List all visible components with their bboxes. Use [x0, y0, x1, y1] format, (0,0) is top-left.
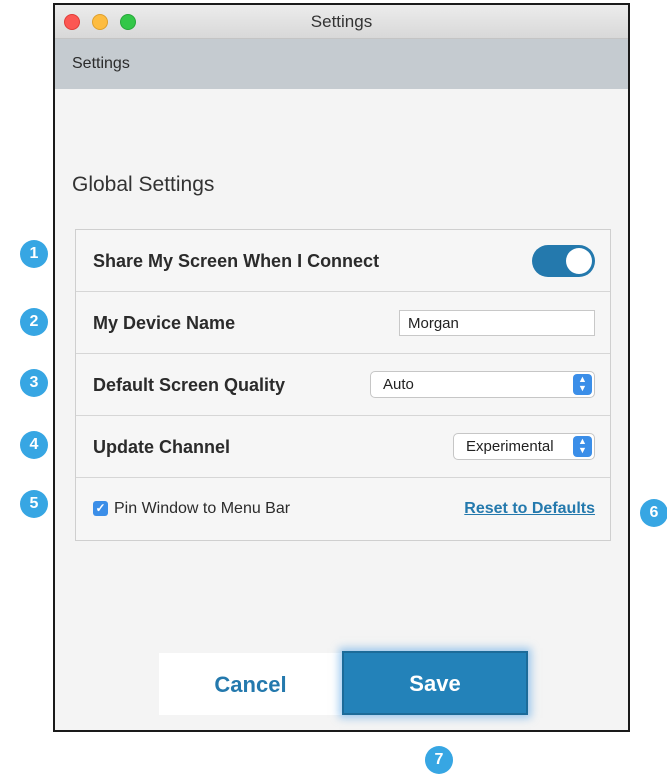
- up-down-chevron-icon: ▲ ▼: [573, 374, 592, 395]
- callout-badge-2: 2: [20, 308, 48, 336]
- up-down-chevron-icon: ▲ ▼: [573, 436, 592, 457]
- window-title: Settings: [310, 12, 373, 31]
- update-channel-label: Update Channel: [93, 437, 231, 457]
- section-title: Global Settings: [72, 173, 215, 196]
- reset-to-defaults-link[interactable]: Reset to Defaults: [464, 478, 595, 540]
- screen-quality-value: Auto: [383, 376, 414, 393]
- pin-window-row: ✓ Pin Window to Menu Bar Reset to Defaul…: [76, 478, 610, 540]
- update-channel-select[interactable]: Experimental ▲ ▼: [453, 433, 595, 460]
- settings-panel: Share My Screen When I Connect My Device…: [75, 229, 611, 541]
- device-name-label: My Device Name: [93, 313, 236, 333]
- save-button[interactable]: Save: [342, 651, 528, 715]
- minimize-window-button[interactable]: [92, 14, 108, 30]
- pin-window-checkbox[interactable]: ✓: [93, 501, 108, 516]
- update-channel-value: Experimental: [466, 438, 554, 455]
- update-channel-row: Update Channel Experimental ▲ ▼: [76, 416, 610, 478]
- share-screen-row: Share My Screen When I Connect: [76, 230, 610, 292]
- screen-quality-row: Default Screen Quality Auto ▲ ▼: [76, 354, 610, 416]
- screen-quality-select[interactable]: Auto ▲ ▼: [370, 371, 595, 398]
- callout-badge-7: 7: [425, 746, 453, 774]
- cancel-button[interactable]: Cancel: [159, 653, 342, 715]
- callout-badge-5: 5: [20, 490, 48, 518]
- callout-badge-1: 1: [20, 240, 48, 268]
- pin-window-label: Pin Window to Menu Bar: [114, 500, 291, 517]
- settings-subheader: Settings: [55, 39, 628, 89]
- callout-badge-4: 4: [20, 431, 48, 459]
- close-window-button[interactable]: [64, 14, 80, 30]
- callout-badge-6: 6: [640, 499, 667, 527]
- screen-quality-label: Default Screen Quality: [93, 375, 286, 395]
- callout-badge-3: 3: [20, 369, 48, 397]
- screenshot-root: Settings Settings Global Settings Share …: [0, 0, 667, 778]
- settings-window: Settings Settings Global Settings Share …: [53, 3, 630, 732]
- device-name-row: My Device Name: [76, 292, 610, 354]
- title-bar: Settings: [55, 5, 628, 39]
- toggle-knob: [566, 248, 592, 274]
- share-screen-toggle[interactable]: [532, 245, 595, 277]
- share-screen-label: Share My Screen When I Connect: [93, 251, 380, 271]
- device-name-input[interactable]: [399, 310, 595, 336]
- zoom-window-button[interactable]: [120, 14, 136, 30]
